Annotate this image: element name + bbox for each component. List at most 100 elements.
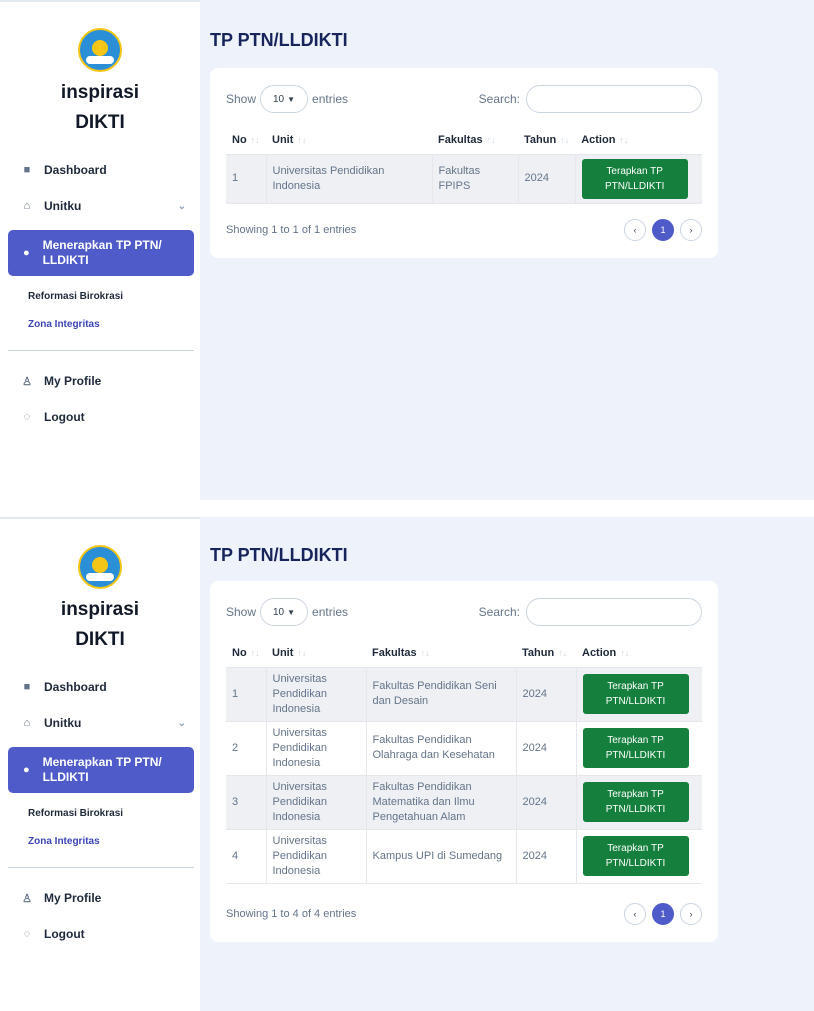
cell-fakultas: Fakultas Pendidikan Olahraga dan Kesehat… [366, 721, 517, 775]
brand-line2: DIKTI [75, 629, 125, 650]
next-page-button[interactable]: › [680, 218, 702, 241]
brand-line1: inspirasi [60, 599, 140, 620]
sort-icon: ↑↓ [619, 134, 629, 145]
page-title: TP PTN/LLDIKTI [210, 545, 348, 565]
sidebar-item-dashboard[interactable]: ■ Dashboard [0, 152, 200, 188]
brand-name: inspirasi DIKTI [0, 595, 200, 655]
user-icon: ● [22, 247, 30, 259]
sidebar-item-menerapkan[interactable]: ● Menerapkan TP PTN/ LLDIKTI [8, 230, 194, 276]
table-row: 4 Universitas Pendidikan Indonesia Kampu… [226, 829, 702, 883]
col-header-no[interactable]: No ↑↓ [226, 126, 266, 155]
sidebar-item-label: My Profile [44, 374, 102, 388]
prev-page-button[interactable]: ‹ [624, 902, 646, 925]
page-button-current[interactable]: 1 [652, 218, 674, 241]
cell-no: 1 [226, 667, 267, 721]
show-label: Show [226, 605, 257, 619]
sidebar-subitem-reformasi[interactable]: Reformasi Birokrasi [0, 282, 200, 310]
entries-value: 10 [273, 606, 285, 618]
sidebar: inspirasi DIKTI ■ Dashboard ⌂ Unitku ⌄ ●… [0, 0, 200, 500]
sidebar: inspirasi DIKTI ■ Dashboard ⌂ Unitku ⌄ ●… [0, 517, 200, 1011]
table-info: Showing 1 to 4 of 4 entries [226, 907, 357, 920]
sidebar-item-my-profile[interactable]: ♙ My Profile [0, 880, 200, 916]
sidebar-item-dashboard[interactable]: ■ Dashboard [0, 669, 200, 705]
brand-line1: inspirasi [60, 82, 140, 103]
chevron-down-icon: ⌄ [177, 200, 186, 212]
chevron-down-icon: ▼ [287, 607, 296, 617]
panel-divider [0, 500, 814, 517]
col-header-fakultas[interactable]: Fakultas ↑↓ [366, 639, 516, 668]
table-info: Showing 1 to 1 of 1 entries [226, 223, 357, 236]
sidebar-item-unitku[interactable]: ⌂ Unitku ⌄ [0, 188, 200, 224]
sidebar-item-label: Menerapkan TP PTN/ LLDIKTI [42, 238, 162, 267]
col-header-tahun[interactable]: Tahun ↑↓ [518, 126, 576, 155]
cell-no: 4 [226, 829, 267, 883]
cell-no: 3 [226, 775, 267, 829]
sidebar-item-label: Unitku [44, 199, 82, 213]
profile-icon: ♙ [22, 892, 32, 905]
sidebar-item-my-profile[interactable]: ♙ My Profile [0, 363, 200, 399]
cell-action: Terapkan TP PTN/LLDIKTI [576, 721, 702, 775]
sort-icon: ↑↓ [250, 647, 260, 658]
prev-page-button[interactable]: ‹ [624, 218, 646, 241]
page-button-current[interactable]: 1 [652, 902, 674, 925]
entries-label: entries [312, 92, 349, 106]
cell-unit: Universitas Pendidikan Indonesia [266, 154, 433, 203]
terapkan-button[interactable]: Terapkan TP PTN/LLDIKTI [582, 836, 689, 876]
col-header-tahun[interactable]: Tahun ↑↓ [516, 639, 576, 668]
sidebar-item-label: Unitku [44, 716, 82, 730]
chevron-down-icon: ⌄ [177, 717, 186, 729]
main-content: TP PTN/LLDIKTI Show 10 ▼ entries Search:… [200, 0, 814, 500]
col-header-fakultas[interactable]: Fakultas ↑↓ [432, 126, 518, 155]
col-header-unit[interactable]: Unit ↑↓ [266, 639, 366, 668]
search-label: Search: [478, 605, 520, 619]
sidebar-item-logout[interactable]: ◌ Logout [0, 399, 200, 435]
terapkan-button[interactable]: Terapkan TP PTN/LLDIKTI [582, 728, 689, 768]
col-header-action[interactable]: Action ↑↓ [576, 639, 702, 668]
cell-fakultas: Fakultas Pendidikan Matematika dan Ilmu … [366, 775, 517, 829]
cell-action: Terapkan TP PTN/LLDIKTI [575, 154, 702, 203]
table-header-row: No ↑↓ Unit ↑↓ Fakultas ↑↓ Tahun ↑↓ Action ↑↓ [226, 639, 702, 668]
search-input[interactable] [526, 85, 702, 113]
col-header-action[interactable]: Action ↑↓ [575, 126, 702, 155]
terapkan-button[interactable]: Terapkan TP PTN/LLDIKTI [582, 674, 689, 714]
brand-line2: DIKTI [75, 112, 125, 133]
col-header-unit[interactable]: Unit ↑↓ [266, 126, 432, 155]
sidebar-divider [8, 867, 194, 868]
building-icon: ⌂ [23, 717, 31, 729]
entries-value: 10 [273, 93, 285, 105]
logo-icon [78, 28, 122, 72]
sidebar-subitem-zona[interactable]: Zona Integritas [0, 827, 200, 855]
table-footer: Showing 1 to 1 of 1 entries ‹ 1 › [226, 218, 702, 242]
entries-select[interactable]: 10 ▼ [260, 598, 309, 626]
sidebar-subitem-reformasi[interactable]: Reformasi Birokrasi [0, 799, 200, 827]
table-header-row: No ↑↓ Unit ↑↓ Fakultas ↑↓ Tahun ↑↓ Action ↑↓ [226, 126, 702, 155]
cell-tahun: 2024 [518, 154, 576, 203]
logout-icon: ◌ [23, 928, 31, 940]
table-toolbar: Show 10 ▼ entries Search: [226, 597, 702, 627]
table-row: 3 Universitas Pendidikan Indonesia Fakul… [226, 775, 702, 829]
sidebar-item-label: Dashboard [44, 680, 107, 694]
entries-label: entries [312, 605, 349, 619]
sidebar-item-menerapkan[interactable]: ● Menerapkan TP PTN/ LLDIKTI [8, 747, 194, 793]
sidebar-item-logout[interactable]: ◌ Logout [0, 916, 200, 952]
sidebar-nav: ■ Dashboard ⌂ Unitku ⌄ ● Menerapkan TP P… [0, 152, 200, 435]
sidebar-item-unitku[interactable]: ⌂ Unitku ⌄ [0, 705, 200, 741]
search-input[interactable] [526, 598, 702, 626]
cell-unit: Universitas Pendidikan Indonesia [266, 667, 367, 721]
grid-icon: ■ [23, 164, 31, 176]
table-row: 1 Universitas Pendidikan Indonesia Fakul… [226, 154, 702, 203]
terapkan-button[interactable]: Terapkan TP PTN/LLDIKTI [582, 782, 689, 822]
next-page-button[interactable]: › [680, 902, 702, 925]
sidebar-item-label: My Profile [44, 891, 102, 905]
terapkan-button[interactable]: Terapkan TP PTN/LLDIKTI [581, 158, 688, 199]
entries-select[interactable]: 10 ▼ [260, 85, 309, 113]
table-card: Show 10 ▼ entries Search: No ↑↓ Unit ↑↓ Fa… [210, 68, 718, 258]
col-header-no[interactable]: No ↑↓ [226, 639, 266, 668]
table-card: Show 10 ▼ entries Search: No ↑↓ Unit ↑↓ Fa… [210, 581, 718, 942]
sort-icon: ↑↓ [486, 134, 496, 145]
cell-unit: Universitas Pendidikan Indonesia [266, 829, 367, 883]
main-content: TP PTN/LLDIKTI Show 10 ▼ entries Search:… [200, 517, 814, 1011]
sidebar-subitem-zona[interactable]: Zona Integritas [0, 310, 200, 338]
cell-tahun: 2024 [516, 829, 577, 883]
sort-icon: ↑↓ [420, 647, 430, 658]
